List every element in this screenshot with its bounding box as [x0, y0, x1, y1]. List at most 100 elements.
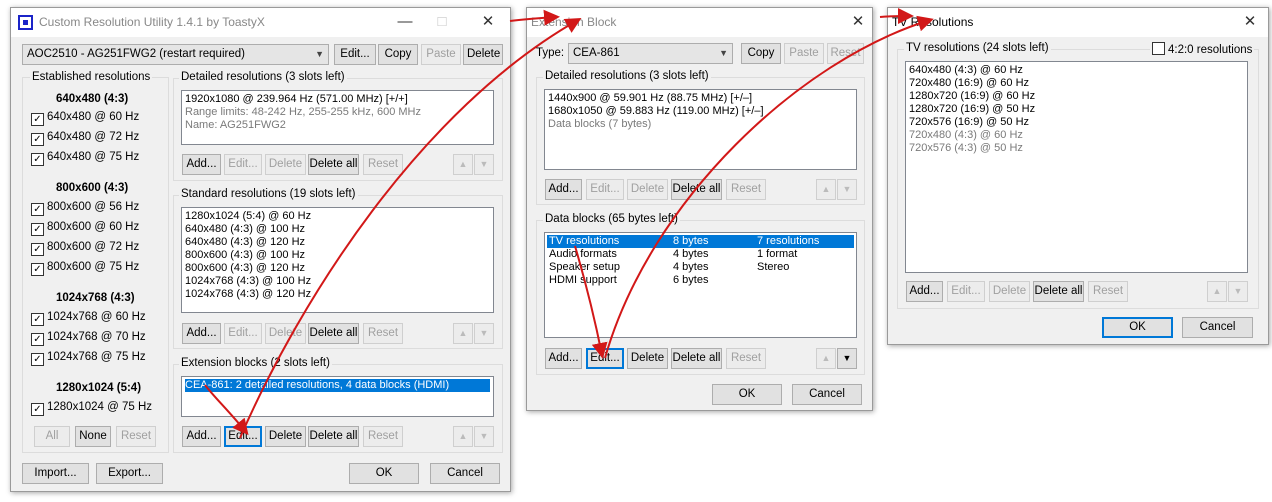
close-icon[interactable]: ✕	[1240, 12, 1260, 32]
move-down-icon[interactable]: ▼	[474, 426, 494, 447]
add-detailed-button[interactable]: Add...	[182, 154, 221, 175]
list-item[interactable]: 1920x1080 @ 239.964 Hz (571.00 MHz) [+/+…	[185, 93, 490, 106]
table-row-selected[interactable]: TV resolutions 8 bytes 7 resolutions	[547, 235, 854, 248]
list-item[interactable]: 800x600 (4:3) @ 100 Hz	[185, 249, 490, 262]
delete-standard-button[interactable]: Delete	[265, 323, 306, 344]
move-down-icon[interactable]: ▼	[474, 323, 494, 344]
reset-detailed-button[interactable]: Reset	[726, 179, 766, 200]
ok-button[interactable]: OK	[712, 384, 782, 405]
reset-established-button[interactable]: Reset	[116, 426, 156, 447]
checkbox-640-60[interactable]: ✓ 640x480 @ 60 Hz	[31, 111, 139, 126]
checkbox-1024-60[interactable]: ✓ 1024x768 @ 60 Hz	[31, 311, 146, 326]
standard-list[interactable]: 1280x1024 (5:4) @ 60 Hz 640x480 (4:3) @ …	[181, 207, 494, 313]
checkbox-1280-75[interactable]: ✓ 1280x1024 @ 75 Hz	[31, 401, 152, 416]
import-button[interactable]: Import...	[22, 463, 89, 484]
move-down-icon[interactable]: ▼	[837, 348, 857, 369]
close-icon[interactable]: ✕	[478, 12, 498, 32]
edit-tv-button[interactable]: Edit...	[947, 281, 985, 302]
list-item[interactable]: 1280x720 (16:9) @ 50 Hz	[909, 103, 1244, 116]
checkbox-640-75[interactable]: ✓ 640x480 @ 75 Hz	[31, 151, 139, 166]
all-button[interactable]: All	[34, 426, 70, 447]
table-row[interactable]: Audio formats 4 bytes 1 format	[547, 248, 854, 261]
detailed-list[interactable]: 1920x1080 @ 239.964 Hz (571.00 MHz) [+/+…	[181, 90, 494, 145]
delete-tv-button[interactable]: Delete	[989, 281, 1030, 302]
list-item-inactive[interactable]: 720x480 (4:3) @ 60 Hz	[909, 129, 1244, 142]
detailed-list[interactable]: 1440x900 @ 59.901 Hz (88.75 MHz) [+/–] 1…	[544, 89, 857, 170]
list-item-selected[interactable]: CEA-861: 2 detailed resolutions, 4 data …	[185, 379, 490, 392]
cancel-button[interactable]: Cancel	[792, 384, 862, 405]
move-down-icon[interactable]: ▼	[837, 179, 857, 200]
copy-button[interactable]: Copy	[378, 44, 418, 65]
checkbox-640-72[interactable]: ✓ 640x480 @ 72 Hz	[31, 131, 139, 146]
add-extension-button[interactable]: Add...	[182, 426, 221, 447]
data-blocks-list[interactable]: TV resolutions 8 bytes 7 resolutions Aud…	[544, 232, 857, 338]
reset-detailed-button[interactable]: Reset	[363, 154, 403, 175]
add-data-block-button[interactable]: Add...	[545, 348, 582, 369]
reset-standard-button[interactable]: Reset	[363, 323, 403, 344]
delete-detailed-button[interactable]: Delete	[265, 154, 306, 175]
checkbox-800-60[interactable]: ✓ 800x600 @ 60 Hz	[31, 221, 139, 236]
move-down-icon[interactable]: ▼	[1228, 281, 1248, 302]
edit-monitor-button[interactable]: Edit...	[334, 44, 376, 65]
delete-data-block-button[interactable]: Delete	[627, 348, 668, 369]
cancel-button[interactable]: Cancel	[430, 463, 500, 484]
delete-all-detailed-button[interactable]: Delete all	[671, 179, 722, 200]
edit-detailed-button[interactable]: Edit...	[586, 179, 624, 200]
list-item[interactable]: 1024x768 (4:3) @ 100 Hz	[185, 275, 490, 288]
table-row[interactable]: HDMI support 6 bytes	[547, 274, 854, 287]
title-bar[interactable]: Custom Resolution Utility 1.4.1 by Toast…	[11, 8, 510, 37]
title-bar[interactable]: Extension Block ✕	[527, 8, 872, 37]
list-item[interactable]: 1280x720 (16:9) @ 60 Hz	[909, 90, 1244, 103]
none-button[interactable]: None	[75, 426, 111, 447]
delete-all-data-blocks-button[interactable]: Delete all	[671, 348, 722, 369]
paste-button[interactable]: Paste	[784, 43, 824, 64]
move-up-icon[interactable]: ▲	[453, 323, 473, 344]
add-standard-button[interactable]: Add...	[182, 323, 221, 344]
delete-detailed-button[interactable]: Delete	[627, 179, 668, 200]
maximize-icon[interactable]: □	[432, 12, 452, 32]
delete-all-detailed-button[interactable]: Delete all	[308, 154, 359, 175]
ok-button[interactable]: OK	[1102, 317, 1173, 338]
extension-list[interactable]: CEA-861: 2 detailed resolutions, 4 data …	[181, 376, 494, 417]
reset-tv-button[interactable]: Reset	[1088, 281, 1128, 302]
list-item[interactable]: 1440x900 @ 59.901 Hz (88.75 MHz) [+/–]	[548, 92, 853, 105]
yuv420-checkbox[interactable]: 4:2:0 resolutions	[1150, 42, 1255, 56]
title-bar[interactable]: TV Resolutions ✕	[888, 8, 1268, 37]
move-up-icon[interactable]: ▲	[453, 426, 473, 447]
edit-data-block-button[interactable]: Edit...	[586, 348, 624, 369]
move-up-icon[interactable]: ▲	[1207, 281, 1227, 302]
close-icon[interactable]: ✕	[848, 12, 868, 32]
copy-button[interactable]: Copy	[741, 43, 781, 64]
monitor-select[interactable]: AOC2510 - AG251FWG2 (restart required) ▼	[22, 44, 329, 65]
edit-detailed-button[interactable]: Edit...	[224, 154, 262, 175]
checkbox-800-72[interactable]: ✓ 800x600 @ 72 Hz	[31, 241, 139, 256]
move-up-icon[interactable]: ▲	[816, 179, 836, 200]
list-item[interactable]: 720x480 (16:9) @ 60 Hz	[909, 77, 1244, 90]
move-up-icon[interactable]: ▲	[453, 154, 473, 175]
checkbox-1024-70[interactable]: ✓ 1024x768 @ 70 Hz	[31, 331, 146, 346]
checkbox-800-56[interactable]: ✓ 800x600 @ 56 Hz	[31, 201, 139, 216]
delete-all-extension-button[interactable]: Delete all	[308, 426, 359, 447]
checkbox-800-75[interactable]: ✓ 800x600 @ 75 Hz	[31, 261, 139, 276]
list-item[interactable]: 640x480 (4:3) @ 60 Hz	[909, 64, 1244, 77]
ok-button[interactable]: OK	[349, 463, 419, 484]
reset-button[interactable]: Reset	[827, 43, 864, 64]
add-tv-button[interactable]: Add...	[906, 281, 943, 302]
table-row[interactable]: Speaker setup 4 bytes Stereo	[547, 261, 854, 274]
list-item[interactable]: 800x600 (4:3) @ 120 Hz	[185, 262, 490, 275]
type-select[interactable]: CEA-861 ▼	[568, 43, 733, 64]
paste-button[interactable]: Paste	[421, 44, 461, 65]
list-item[interactable]: 640x480 (4:3) @ 120 Hz	[185, 236, 490, 249]
delete-all-tv-button[interactable]: Delete all	[1033, 281, 1084, 302]
list-item[interactable]: 1280x1024 (5:4) @ 60 Hz	[185, 210, 490, 223]
reset-extension-button[interactable]: Reset	[363, 426, 403, 447]
export-button[interactable]: Export...	[96, 463, 163, 484]
edit-standard-button[interactable]: Edit...	[224, 323, 262, 344]
cancel-button[interactable]: Cancel	[1182, 317, 1253, 338]
move-up-icon[interactable]: ▲	[816, 348, 836, 369]
list-item[interactable]: 1024x768 (4:3) @ 120 Hz	[185, 288, 490, 301]
list-item[interactable]: 640x480 (4:3) @ 100 Hz	[185, 223, 490, 236]
tv-resolutions-list[interactable]: 640x480 (4:3) @ 60 Hz 720x480 (16:9) @ 6…	[905, 61, 1248, 273]
checkbox-1024-75[interactable]: ✓ 1024x768 @ 75 Hz	[31, 351, 146, 366]
delete-extension-button[interactable]: Delete	[265, 426, 306, 447]
